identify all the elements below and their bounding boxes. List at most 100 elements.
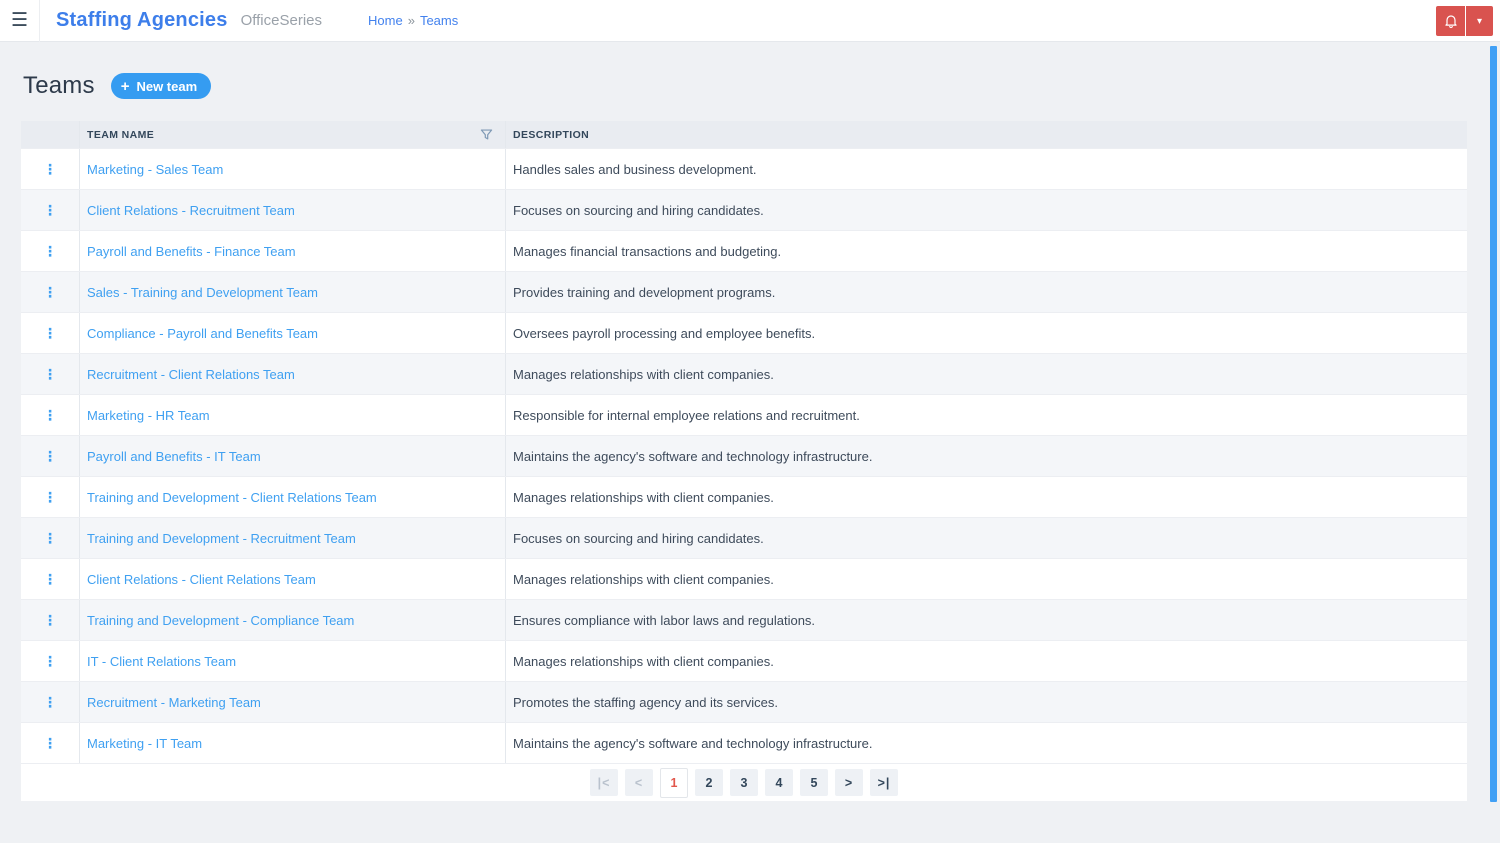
team-name-link[interactable]: IT - Client Relations Team <box>87 654 236 669</box>
bell-icon <box>1443 13 1459 29</box>
row-actions-cell: ⋮ <box>21 723 80 763</box>
team-name-link[interactable]: Compliance - Payroll and Benefits Team <box>87 326 318 341</box>
pagination-page-5-button[interactable]: 5 <box>800 769 828 796</box>
pagination-prev-button[interactable]: < <box>625 769 653 796</box>
row-actions-kebab-icon[interactable]: ⋮ <box>43 367 57 381</box>
row-description-cell: Responsible for internal employee relati… <box>506 395 1467 435</box>
row-description: Oversees payroll processing and employee… <box>513 325 816 341</box>
row-team-name-cell: Training and Development - Client Relati… <box>80 477 506 517</box>
row-description: Maintains the agency's software and tech… <box>513 448 873 464</box>
row-team-name-cell: Payroll and Benefits - Finance Team <box>80 231 506 271</box>
row-actions-kebab-icon[interactable]: ⋮ <box>43 162 57 176</box>
row-description-cell: Handles sales and business development. <box>506 149 1467 189</box>
row-team-name-cell: Marketing - IT Team <box>80 723 506 763</box>
team-name-link[interactable]: Training and Development - Compliance Te… <box>87 613 354 628</box>
row-actions-kebab-icon[interactable]: ⋮ <box>43 326 57 340</box>
table-body: ⋮ Marketing - Sales Team Handles sales a… <box>21 148 1467 763</box>
notifications-dropdown-button[interactable]: ▾ <box>1466 6 1493 36</box>
row-actions-cell: ⋮ <box>21 313 80 353</box>
row-description: Promotes the staffing agency and its ser… <box>513 694 778 710</box>
pagination-page-1-button[interactable]: 1 <box>660 767 688 798</box>
teams-table: TEAM NAME DESCRIPTION ⋮ Marketing - Sale… <box>21 121 1467 801</box>
team-name-link[interactable]: Training and Development - Client Relati… <box>87 490 377 505</box>
team-name-link[interactable]: Recruitment - Marketing Team <box>87 695 261 710</box>
row-actions-cell: ⋮ <box>21 231 80 271</box>
team-name-link[interactable]: Training and Development - Recruitment T… <box>87 531 356 546</box>
breadcrumb-separator: » <box>407 13 415 28</box>
hamburger-menu-icon[interactable]: ☰ <box>0 0 40 42</box>
row-actions-cell: ⋮ <box>21 682 80 722</box>
row-actions-kebab-icon[interactable]: ⋮ <box>43 531 57 545</box>
team-name-link[interactable]: Marketing - IT Team <box>87 736 202 751</box>
scrollbar-track <box>1490 43 1500 803</box>
row-description: Provides training and development progra… <box>513 284 776 300</box>
team-name-link[interactable]: Marketing - Sales Team <box>87 162 223 177</box>
breadcrumb-current-link[interactable]: Teams <box>420 13 458 28</box>
row-actions-cell: ⋮ <box>21 190 80 230</box>
row-actions-kebab-icon[interactable]: ⋮ <box>43 285 57 299</box>
row-actions-kebab-icon[interactable]: ⋮ <box>43 695 57 709</box>
row-description-cell: Oversees payroll processing and employee… <box>506 313 1467 353</box>
top-header-bar: ☰ Staffing Agencies OfficeSeries Home » … <box>0 0 1500 42</box>
team-name-link[interactable]: Payroll and Benefits - IT Team <box>87 449 261 464</box>
app-title: Staffing Agencies <box>56 9 228 31</box>
page-title: Teams <box>23 72 95 99</box>
row-actions-kebab-icon[interactable]: ⋮ <box>43 736 57 750</box>
row-description: Responsible for internal employee relati… <box>513 407 860 423</box>
row-team-name-cell: Recruitment - Marketing Team <box>80 682 506 722</box>
header-description-column: DESCRIPTION <box>506 121 1467 148</box>
row-actions-kebab-icon[interactable]: ⋮ <box>43 490 57 504</box>
row-actions-kebab-icon[interactable]: ⋮ <box>43 572 57 586</box>
row-description-cell: Manages relationships with client compan… <box>506 559 1467 599</box>
row-team-name-cell: Training and Development - Compliance Te… <box>80 600 506 640</box>
row-actions-cell: ⋮ <box>21 641 80 681</box>
description-column-header: DESCRIPTION <box>513 128 590 141</box>
row-description-cell: Focuses on sourcing and hiring candidate… <box>506 190 1467 230</box>
row-team-name-cell: Payroll and Benefits - IT Team <box>80 436 506 476</box>
row-actions-kebab-icon[interactable]: ⋮ <box>43 654 57 668</box>
scrollbar-thumb[interactable] <box>1490 46 1497 802</box>
row-actions-kebab-icon[interactable]: ⋮ <box>43 408 57 422</box>
row-actions-kebab-icon[interactable]: ⋮ <box>43 203 57 217</box>
table-row: ⋮ Sales - Training and Development Team … <box>21 271 1467 312</box>
row-description: Manages relationships with client compan… <box>513 489 774 505</box>
row-actions-kebab-icon[interactable]: ⋮ <box>43 449 57 463</box>
new-team-button[interactable]: + New team <box>110 73 212 99</box>
row-team-name-cell: IT - Client Relations Team <box>80 641 506 681</box>
team-name-link[interactable]: Sales - Training and Development Team <box>87 285 318 300</box>
row-actions-kebab-icon[interactable]: ⋮ <box>43 613 57 627</box>
row-description-cell: Manages relationships with client compan… <box>506 477 1467 517</box>
team-name-column-header: TEAM NAME <box>87 128 155 141</box>
pagination-next-button[interactable]: > <box>835 769 863 796</box>
row-actions-cell: ⋮ <box>21 477 80 517</box>
filter-icon[interactable] <box>480 128 493 141</box>
pagination-last-button[interactable]: >| <box>870 769 898 796</box>
team-name-link[interactable]: Recruitment - Client Relations Team <box>87 367 295 382</box>
row-description: Ensures compliance with labor laws and r… <box>513 612 816 628</box>
row-description: Focuses on sourcing and hiring candidate… <box>513 202 764 218</box>
plus-icon: + <box>120 77 130 95</box>
table-row: ⋮ Marketing - HR Team Responsible for in… <box>21 394 1467 435</box>
breadcrumb-home-link[interactable]: Home <box>368 13 403 28</box>
pagination-page-3-button[interactable]: 3 <box>730 769 758 796</box>
row-description-cell: Manages relationships with client compan… <box>506 354 1467 394</box>
team-name-link[interactable]: Marketing - HR Team <box>87 408 210 423</box>
team-name-link[interactable]: Client Relations - Client Relations Team <box>87 572 316 587</box>
row-team-name-cell: Client Relations - Client Relations Team <box>80 559 506 599</box>
pagination-first-button[interactable]: |< <box>590 769 618 796</box>
row-description-cell: Manages financial transactions and budge… <box>506 231 1467 271</box>
table-row: ⋮ Payroll and Benefits - Finance Team Ma… <box>21 230 1467 271</box>
row-actions-cell: ⋮ <box>21 149 80 189</box>
team-name-link[interactable]: Payroll and Benefits - Finance Team <box>87 244 296 259</box>
team-name-link[interactable]: Client Relations - Recruitment Team <box>87 203 295 218</box>
pagination-page-4-button[interactable]: 4 <box>765 769 793 796</box>
row-actions-kebab-icon[interactable]: ⋮ <box>43 244 57 258</box>
new-team-button-label: New team <box>136 78 198 94</box>
notifications-bell-button[interactable] <box>1436 6 1465 36</box>
row-actions-cell: ⋮ <box>21 518 80 558</box>
row-description-cell: Ensures compliance with labor laws and r… <box>506 600 1467 640</box>
app-subtitle: OfficeSeries <box>240 12 323 29</box>
row-description: Focuses on sourcing and hiring candidate… <box>513 530 764 546</box>
pagination-page-2-button[interactable]: 2 <box>695 769 723 796</box>
row-team-name-cell: Recruitment - Client Relations Team <box>80 354 506 394</box>
